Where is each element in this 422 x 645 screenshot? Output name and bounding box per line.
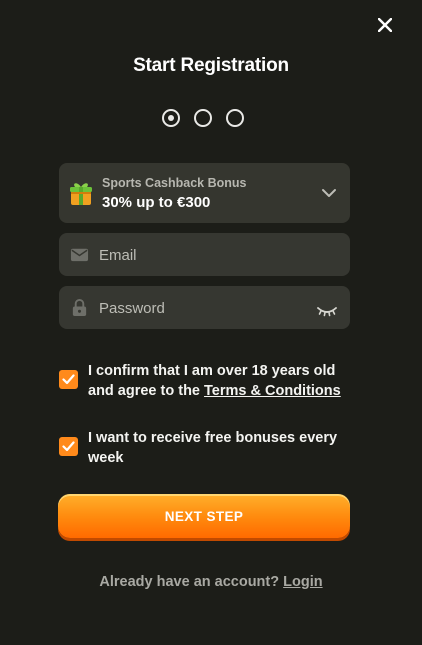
- password-field-container: [59, 286, 350, 331]
- bonuses-row: I want to receive free bonuses every wee…: [59, 428, 358, 468]
- bonuses-label: I want to receive free bonuses every wee…: [88, 430, 338, 466]
- step-dot-2: [194, 109, 212, 127]
- email-field-container: [59, 233, 350, 278]
- chevron-down-icon[interactable]: [320, 184, 338, 202]
- login-prompt: Already have an account? Login: [0, 574, 422, 590]
- close-button[interactable]: [372, 12, 398, 38]
- login-link[interactable]: Login: [283, 574, 322, 590]
- checkmark-icon: [62, 441, 75, 452]
- page-title: Start Registration: [133, 55, 289, 76]
- close-icon: [378, 18, 392, 32]
- bonus-selector[interactable]: Sports Cashback Bonus 30% up to €300: [59, 163, 350, 223]
- lock-icon: [72, 298, 87, 317]
- login-prompt-text: Already have an account?: [99, 574, 284, 590]
- terms-link[interactable]: Terms & Conditions: [204, 383, 341, 399]
- age-terms-row: I confirm that I am over 18 years old an…: [59, 361, 358, 401]
- email-input[interactable]: [97, 233, 311, 278]
- bonus-value: 30% up to €300: [102, 194, 211, 211]
- bonus-label: Sports Cashback Bonus: [102, 176, 247, 190]
- step-dot-1: [162, 109, 180, 127]
- age-terms-checkbox[interactable]: [59, 370, 78, 389]
- envelope-icon: [70, 248, 89, 262]
- password-input[interactable]: [97, 286, 311, 331]
- age-terms-label: I confirm that I am over 18 years old an…: [88, 361, 358, 401]
- checkmark-icon: [62, 374, 75, 385]
- step-indicator: [162, 109, 244, 129]
- gift-icon: [70, 183, 92, 205]
- step-dot-3: [226, 109, 244, 127]
- next-step-button[interactable]: NEXT STEP: [58, 494, 350, 538]
- eye-closed-icon[interactable]: [316, 305, 338, 317]
- bonuses-checkbox[interactable]: [59, 437, 78, 456]
